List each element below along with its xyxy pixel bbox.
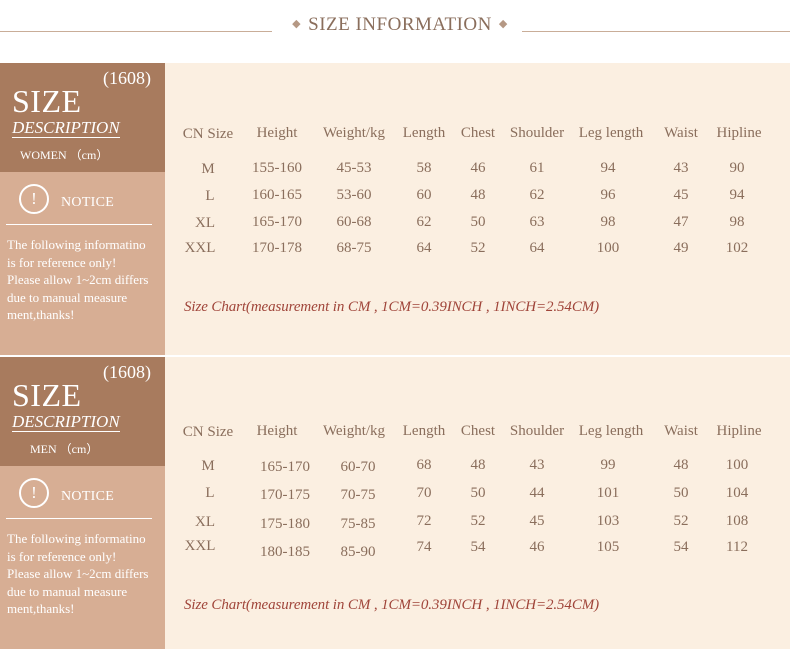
notice-label: NOTICE: [61, 195, 115, 210]
description-heading: DESCRIPTION: [12, 118, 120, 138]
table-cell: XXL: [184, 538, 216, 554]
table-cell: 108: [725, 513, 749, 529]
header-rule-left: [0, 31, 272, 32]
size-chart-note: Size Chart(measurement in CM , 1CM=0.39I…: [184, 597, 600, 613]
size-description-block: (1608) SIZE DESCRIPTION WOMEN （cm）: [0, 63, 165, 172]
women-size-panel: (1608) SIZE DESCRIPTION WOMEN （cm） ! NOT…: [0, 63, 790, 355]
style-code: (1608): [103, 68, 151, 88]
table-cell: 104: [725, 485, 749, 501]
note-line: is for reference only!: [7, 254, 117, 270]
note-line: The following informatino: [7, 531, 146, 546]
left-ornament-icon: ◆: [292, 18, 302, 30]
size-heading: SIZE: [12, 83, 82, 119]
note-line: ment,thanks!: [7, 601, 75, 616]
column-header: Hipline: [716, 125, 762, 141]
notice-note: The following informatino is for referen…: [7, 530, 148, 618]
notice-block: ! NOTICE The following informatino is fo…: [0, 172, 165, 355]
notice-divider: [6, 224, 152, 225]
note-line: is for reference only!: [7, 548, 117, 564]
style-code: (1608): [103, 362, 151, 382]
notice-label: NOTICE: [61, 489, 115, 504]
size-description-block: (1608) SIZE DESCRIPTION MEN （cm）: [0, 357, 165, 466]
note-line: Please allow 1~2cm differs: [7, 272, 149, 287]
table-cell: 112: [726, 539, 748, 555]
note-line: ment,thanks!: [7, 307, 75, 322]
exclamation-circle-icon: !: [19, 184, 49, 214]
table-cell: 98: [729, 214, 745, 230]
exclamation-circle-icon: !: [19, 478, 49, 508]
size-heading: SIZE: [12, 377, 82, 413]
table-cell: 94: [729, 187, 745, 203]
group-label: WOMEN （cm）: [20, 148, 109, 162]
note-line: The following informatino: [7, 237, 146, 252]
section-title: ◆ SIZE INFORMATION ◆: [280, 14, 520, 36]
men-size-panel: (1608) SIZE DESCRIPTION MEN （cm） ! NOTIC…: [0, 357, 790, 649]
section-title-text: SIZE INFORMATION: [308, 14, 492, 35]
note-line: Please allow 1~2cm differs: [7, 566, 149, 581]
right-ornament-icon: ◆: [498, 18, 508, 30]
description-heading: DESCRIPTION: [12, 412, 120, 432]
table-cell: 90: [729, 160, 745, 176]
notice-block: ! NOTICE The following informatino is fo…: [0, 466, 165, 649]
table-cell: 100: [725, 457, 749, 473]
table-cell: 102: [725, 240, 749, 256]
note-line: due to manual measure: [7, 289, 128, 305]
column-header: Hipline: [716, 423, 762, 439]
group-label: MEN （cm）: [30, 442, 99, 456]
header-rule-right: [522, 31, 790, 32]
table-cell: XL: [195, 514, 215, 530]
note-line: due to manual measure: [7, 583, 128, 599]
notice-divider: [6, 518, 152, 519]
notice-note: The following informatino is for referen…: [7, 236, 148, 324]
size-chart-note: Size Chart(measurement in CM , 1CM=0.39I…: [184, 299, 600, 315]
